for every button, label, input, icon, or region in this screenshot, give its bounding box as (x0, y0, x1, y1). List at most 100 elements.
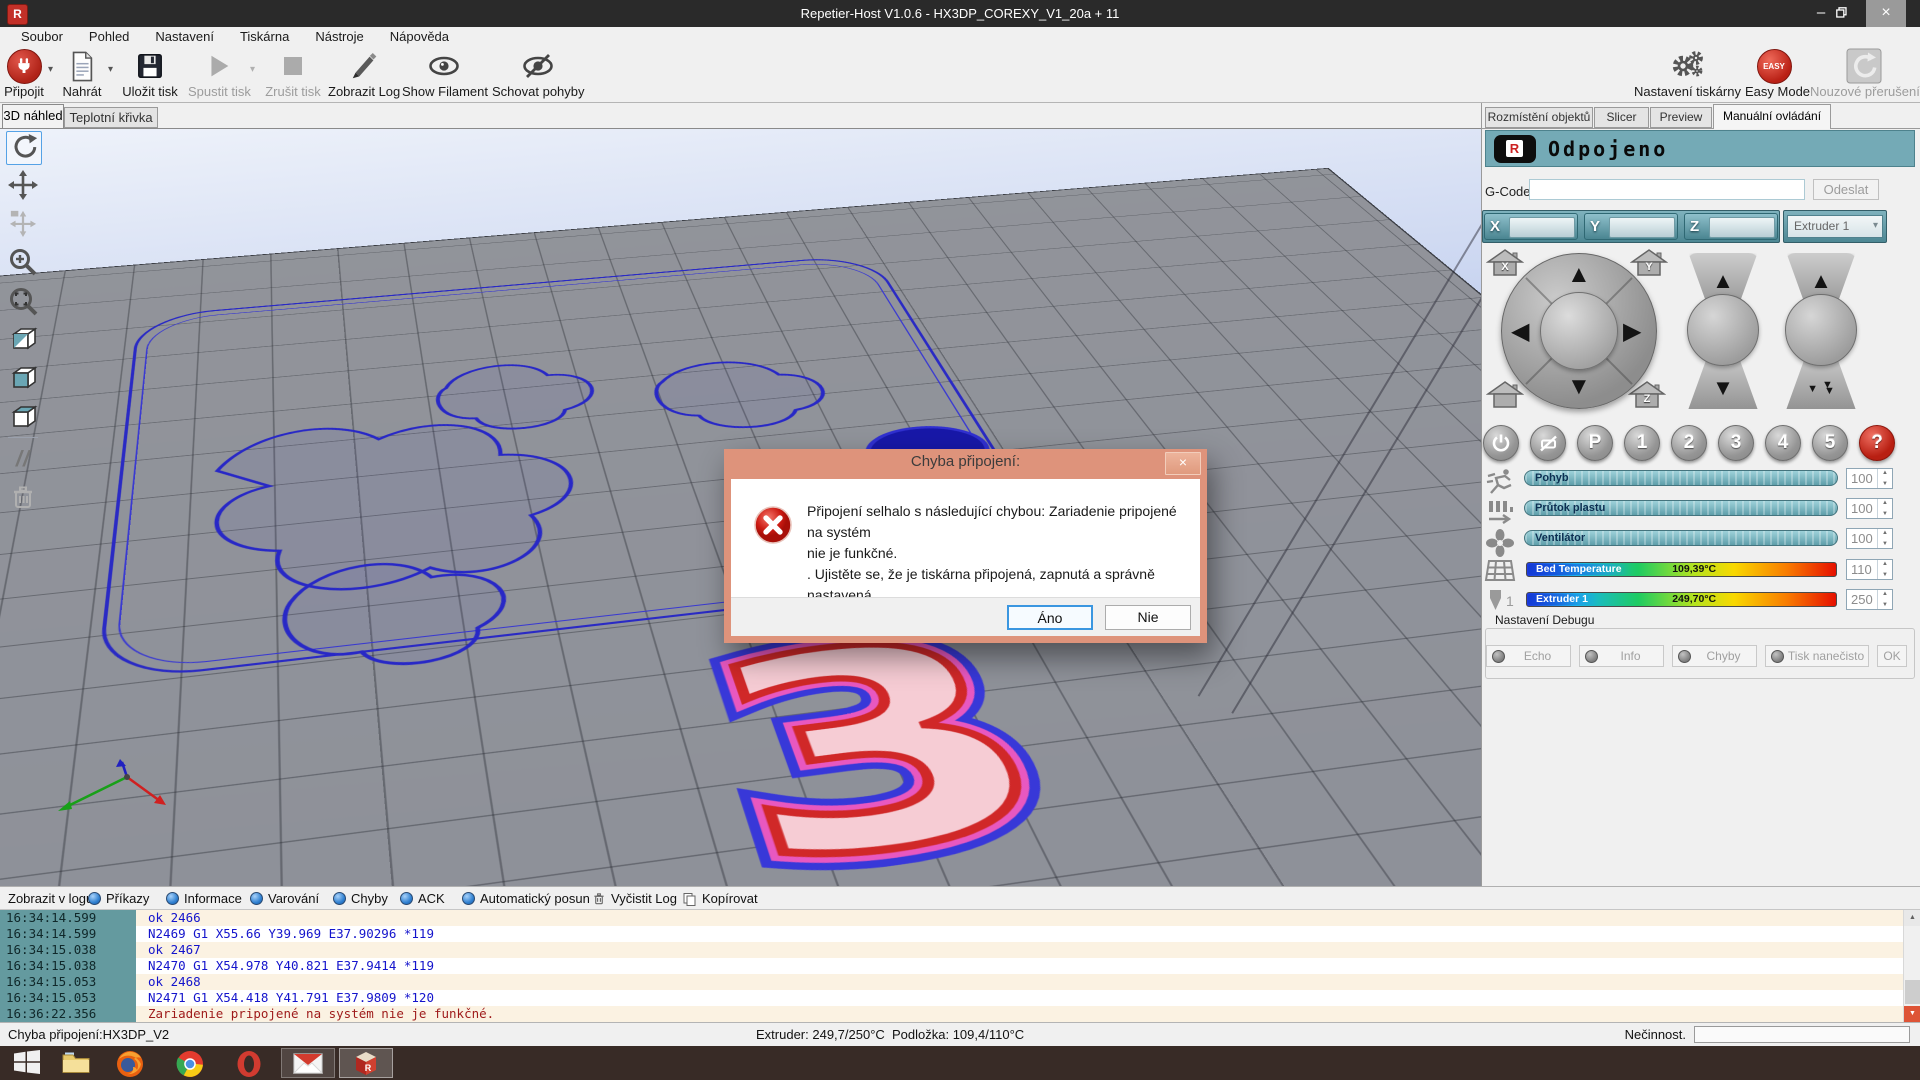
bed-temp-spinner[interactable]: 110 ▲▼ (1846, 559, 1893, 580)
flow-slider[interactable]: Průtok plastu (1524, 500, 1838, 516)
yes-button[interactable]: Áno (1007, 605, 1093, 630)
y-position-field[interactable] (1609, 217, 1675, 238)
menu-pohled[interactable]: Pohled (76, 29, 142, 44)
help-button[interactable]: ? (1859, 425, 1895, 461)
zoom-in-button[interactable] (6, 246, 40, 278)
copy-log-button[interactable]: Kopírovat (682, 889, 758, 908)
x-minus-arrow[interactable]: ◀ (1511, 317, 1529, 346)
chrome-button[interactable] (176, 1050, 204, 1078)
extruder-temp-spinner[interactable]: 250 ▲▼ (1846, 589, 1893, 610)
menu-bar: Soubor Pohled Nastavení Tiskárna Nástroj… (0, 27, 1920, 46)
preset-3-button[interactable]: 3 (1718, 425, 1754, 461)
x-position[interactable]: X (1484, 213, 1578, 240)
file-explorer-button[interactable] (62, 1050, 90, 1074)
tab-temperature-curve[interactable]: Teplotní křivka (64, 107, 158, 128)
mail-app-button[interactable] (281, 1048, 335, 1078)
show-log-button[interactable]: Zobrazit Log (328, 48, 400, 101)
windows-taskbar: R ENTERTAINMENT ▲ 16:36 30.11.2015 (0, 1046, 1920, 1080)
log-row: 16:36:22.356Zariadenie pripojené na syst… (0, 1006, 1920, 1022)
scroll-down-arrow[interactable]: ▼ (1904, 1006, 1920, 1022)
preset-1-button[interactable]: 1 (1624, 425, 1660, 461)
toggle-errors[interactable]: Chyby (333, 889, 388, 908)
toggle-commands[interactable]: Příkazy (88, 889, 149, 908)
hide-moves-button[interactable]: Schovat pohyby (492, 48, 584, 101)
toggle-ack[interactable]: ACK (400, 889, 445, 908)
opera-button[interactable] (236, 1050, 262, 1078)
toggle-warnings[interactable]: Varování (250, 889, 319, 908)
minimize-button[interactable]: – (1806, 0, 1836, 27)
clear-log-button[interactable]: Vyčistit Log (592, 889, 677, 908)
scroll-thumb[interactable] (1905, 980, 1920, 1004)
x-position-field[interactable] (1509, 217, 1575, 238)
motors-off-button[interactable] (1530, 425, 1566, 461)
firefox-button[interactable] (116, 1050, 144, 1078)
extruder-jog-knob[interactable] (1785, 294, 1857, 366)
menu-tiskarna[interactable]: Tiskárna (227, 29, 302, 44)
extruder-temp-bar[interactable]: Extruder 1 249,70°C (1526, 592, 1837, 607)
show-filament-button[interactable]: Show Filament (402, 48, 486, 101)
scroll-up-arrow[interactable]: ▲ (1904, 910, 1920, 926)
repetier-taskbar-button[interactable]: R (339, 1048, 393, 1078)
extruder-temp-value: 249,70°C (1672, 594, 1716, 605)
easy-mode-button[interactable]: EASY Easy Mode (1745, 48, 1803, 101)
preset-4-button[interactable]: 4 (1765, 425, 1801, 461)
save-print-button[interactable]: Uložit tisk (114, 48, 186, 101)
log-output[interactable]: 16:34:14.599ok 2466 16:34:14.599N2469 G1… (0, 910, 1920, 1022)
y-minus-arrow[interactable]: ▼ (1567, 373, 1591, 401)
extruder-select[interactable]: Extruder 1 ▾ (1787, 215, 1883, 238)
cancel-print-button[interactable]: Zrušit tisk (262, 48, 324, 101)
y-plus-arrow[interactable]: ▲ (1567, 261, 1591, 289)
speed-slider[interactable]: Pohyb (1524, 470, 1838, 486)
toggle-info[interactable]: Informace (166, 889, 242, 908)
parallel-projection-button[interactable]: // (6, 443, 40, 475)
isometric-view-button[interactable] (6, 323, 40, 355)
power-button[interactable] (1483, 425, 1519, 461)
printer-settings-button[interactable]: Nastavení tiskárny (1630, 48, 1745, 101)
z-position-field[interactable] (1709, 217, 1775, 238)
tab-slicer[interactable]: Slicer (1594, 107, 1649, 128)
preset-2-button[interactable]: 2 (1671, 425, 1707, 461)
menu-nastaveni[interactable]: Nastavení (142, 29, 227, 44)
rotate-view-button[interactable] (6, 131, 42, 165)
tab-preview[interactable]: Preview (1650, 107, 1712, 128)
start-button[interactable] (14, 1050, 40, 1074)
move-view-button[interactable] (6, 169, 40, 201)
no-button[interactable]: Nie (1105, 605, 1191, 630)
load-button[interactable]: Nahrát (58, 48, 106, 101)
rotate-icon (9, 133, 39, 163)
front-view-button[interactable] (6, 362, 40, 394)
fan-slider[interactable]: Ventilátor (1524, 530, 1838, 546)
toggle-autoscroll[interactable]: Automatický posun (462, 889, 590, 908)
menu-soubor[interactable]: Soubor (8, 29, 76, 44)
restore-button[interactable] (1836, 0, 1866, 27)
connect-dropdown-arrow[interactable]: ▾ (48, 64, 53, 75)
load-dropdown-arrow[interactable]: ▾ (108, 64, 113, 75)
tab-3d-preview[interactable]: 3D náhled (2, 104, 64, 128)
start-print-button[interactable]: Spustit tisk (188, 48, 248, 101)
bed-temp-bar[interactable]: Bed Temperature 109,39°C (1526, 562, 1837, 577)
close-button[interactable]: × (1866, 0, 1906, 27)
zoom-fit-button[interactable] (6, 285, 40, 317)
menu-nastroje[interactable]: Nástroje (302, 29, 376, 44)
error-icon (753, 505, 793, 545)
gcode-input[interactable] (1529, 179, 1805, 200)
tab-manual-control[interactable]: Manuální ovládání (1713, 104, 1831, 129)
y-position[interactable]: Y (1584, 213, 1678, 240)
dialog-close-button[interactable]: × (1165, 452, 1201, 475)
speed-spinner[interactable]: 100 ▲▼ (1846, 468, 1893, 489)
connect-button[interactable]: Připojit (0, 48, 48, 101)
log-scrollbar[interactable]: ▲ ▼ (1903, 910, 1920, 1022)
xy-jog-knob[interactable] (1540, 292, 1618, 370)
info-toggle-led (166, 892, 179, 905)
x-plus-arrow[interactable]: ▶ (1623, 317, 1641, 346)
park-button[interactable]: P (1577, 425, 1613, 461)
z-position[interactable]: Z (1684, 213, 1778, 240)
preset-5-button[interactable]: 5 (1812, 425, 1848, 461)
tab-object-placement[interactable]: Rozmístění objektů (1485, 107, 1593, 128)
z-jog-knob[interactable] (1687, 294, 1759, 366)
menu-napoveda[interactable]: Nápověda (377, 29, 462, 44)
top-view-button[interactable] (6, 401, 40, 433)
fan-spinner[interactable]: 100 ▲▼ (1846, 528, 1893, 549)
plug-icon (7, 49, 42, 84)
flow-spinner[interactable]: 100 ▲▼ (1846, 498, 1893, 519)
